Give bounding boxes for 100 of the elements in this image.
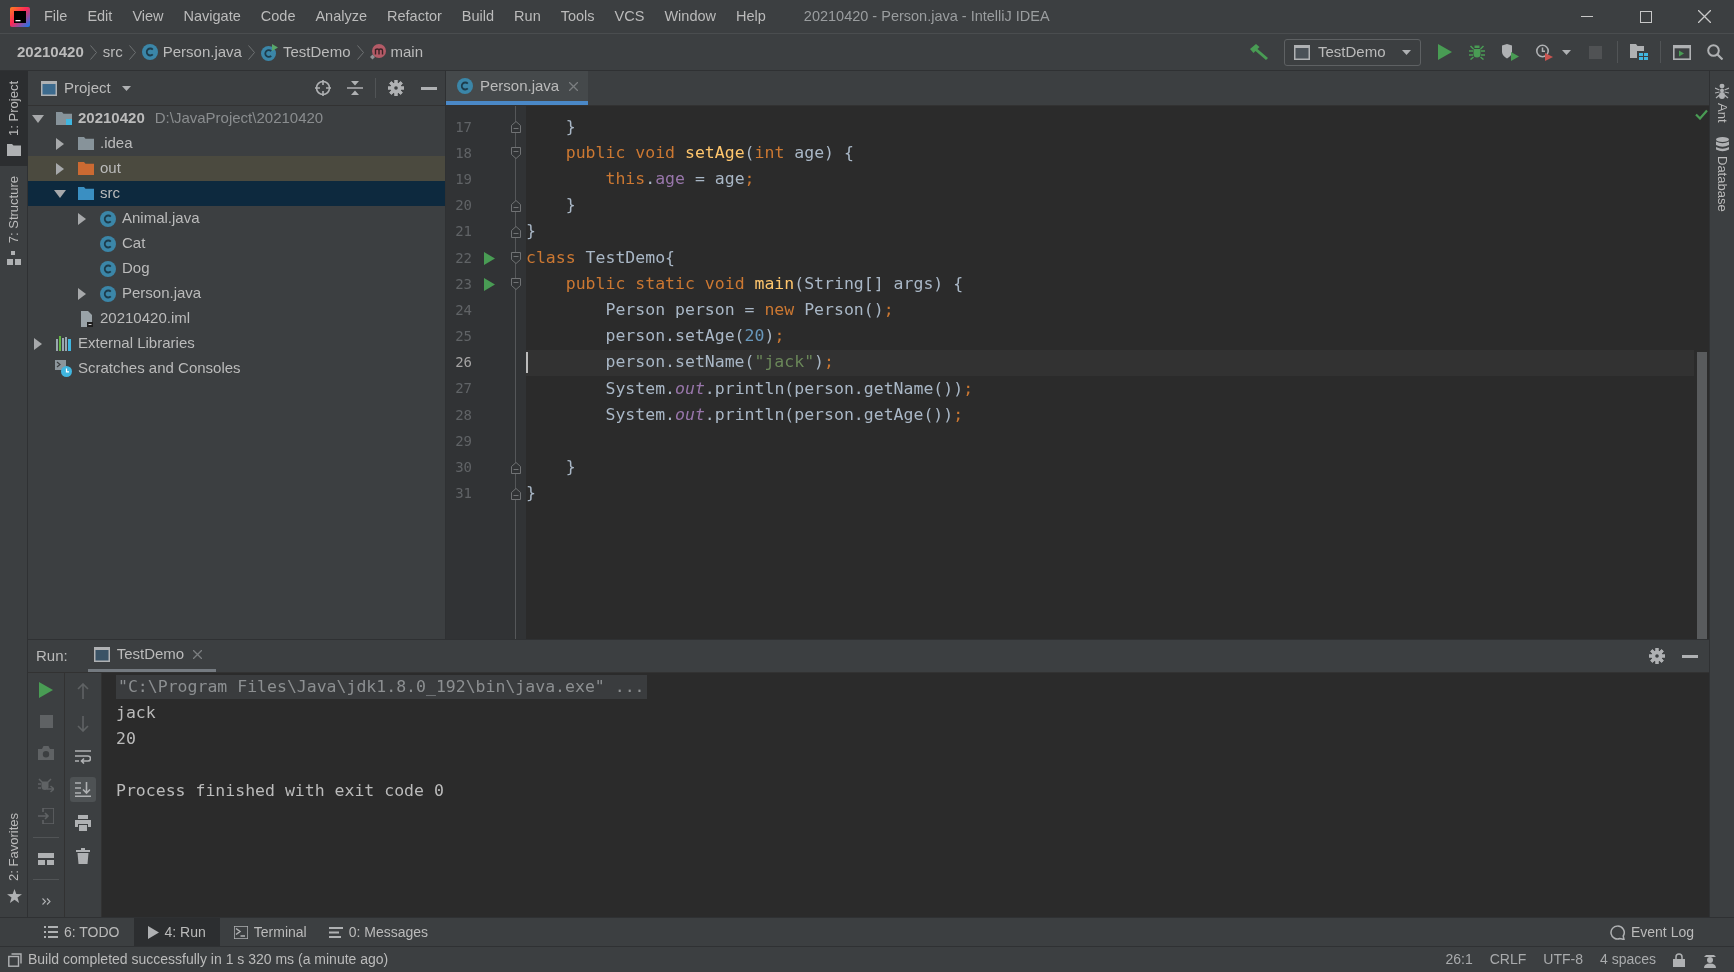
menu-item[interactable]: VCS	[604, 0, 655, 33]
tree-item[interactable]: .idea	[28, 131, 445, 156]
tool-window-tab[interactable]: Ant	[1715, 83, 1729, 123]
panel-toggle-icon[interactable]	[8, 952, 22, 967]
bug-icon[interactable]	[1469, 44, 1485, 60]
fold-marker-icon[interactable]	[511, 278, 521, 291]
menu-item[interactable]: Build	[451, 0, 505, 33]
close-icon[interactable]	[1698, 10, 1711, 23]
search-icon[interactable]	[1707, 44, 1723, 60]
folder-grid-icon[interactable]	[1630, 44, 1648, 60]
tree-item[interactable]: Scratches and Consoles	[28, 356, 445, 381]
tree-item[interactable]: Person.java	[28, 281, 445, 306]
folder-icon	[77, 162, 94, 175]
menu-item[interactable]: Window	[654, 0, 726, 33]
view-dropdown[interactable]: Project	[64, 76, 131, 100]
tool-window-tab[interactable]: 0: Messages	[320, 918, 437, 946]
event-log-button[interactable]: Event Log	[1609, 918, 1694, 946]
expand-arrow-icon[interactable]	[54, 189, 66, 198]
status-item[interactable]: UTF-8	[1543, 949, 1583, 970]
menu-item[interactable]: Edit	[77, 0, 123, 33]
menu-item[interactable]: Navigate	[173, 0, 251, 33]
run-icon[interactable]	[1438, 44, 1452, 60]
expand-arrow-icon[interactable]	[32, 114, 44, 123]
status-item[interactable]: CRLF	[1489, 949, 1527, 970]
window-icon[interactable]	[1673, 44, 1691, 60]
tool-window-tab[interactable]: 4: Run	[133, 918, 220, 946]
fold-marker-icon[interactable]	[511, 147, 521, 160]
console-line: 20	[116, 728, 136, 751]
menu-item[interactable]: View	[122, 0, 174, 33]
minus-icon[interactable]	[1682, 654, 1698, 658]
code-line: public static void main(String[] args) {	[565, 272, 964, 295]
breadcrumb-item[interactable]: Person.java	[141, 40, 242, 64]
expand-arrow-icon[interactable]	[78, 287, 86, 300]
tree-item[interactable]: 20210420 D:\JavaProject\20210420	[28, 106, 445, 131]
tool-window-tab[interactable]: Database	[1715, 136, 1729, 212]
status-item[interactable]: 4 spaces	[1599, 949, 1656, 970]
hammer-icon[interactable]	[1250, 44, 1268, 60]
maximize-icon[interactable]	[1639, 10, 1652, 23]
breadcrumb-item[interactable]: 20210420	[17, 40, 84, 64]
minimize-icon[interactable]	[1580, 16, 1593, 17]
speech-bubble-icon	[1609, 924, 1625, 940]
trash-icon[interactable]	[76, 847, 90, 864]
panel-label: Run:	[35, 645, 68, 666]
expand-arrow-icon[interactable]	[56, 137, 64, 150]
tool-window-tab[interactable]: 2: Favorites	[0, 803, 28, 913]
scrollbar[interactable]	[1696, 352, 1707, 639]
shield-play-icon[interactable]	[1502, 43, 1519, 61]
fold-marker-icon[interactable]	[511, 199, 521, 212]
tree-item[interactable]: External Libraries	[28, 331, 445, 356]
tree-item[interactable]: src	[28, 181, 445, 206]
expand-arrow-icon[interactable]	[56, 162, 64, 175]
breadcrumb-item[interactable]: main	[369, 40, 423, 64]
crosshair-icon[interactable]	[315, 80, 331, 96]
editor-tab[interactable]: Person.java	[446, 71, 589, 105]
lock-icon[interactable]	[1673, 952, 1685, 967]
tool-window-tab[interactable]: 1: Project	[0, 71, 28, 166]
tool-window-tab[interactable]: Terminal	[225, 918, 315, 946]
double-chevron-icon[interactable]	[41, 897, 51, 905]
tree-item[interactable]: Animal.java	[28, 206, 445, 231]
close-icon[interactable]	[193, 650, 203, 659]
menu-item[interactable]: File	[34, 0, 78, 33]
layout-icon[interactable]	[38, 852, 54, 865]
run-config-dropdown[interactable]: TestDemo	[1284, 38, 1421, 66]
expand-arrow-icon[interactable]	[34, 337, 42, 350]
breadcrumb-item[interactable]: src	[102, 40, 123, 64]
menu-item[interactable]: Help	[726, 0, 776, 33]
menu-item[interactable]: Analyze	[305, 0, 378, 33]
fold-marker-icon[interactable]	[511, 487, 521, 500]
tree-item[interactable]: out	[28, 156, 445, 181]
fold-marker-icon[interactable]	[511, 252, 521, 265]
class-icon	[99, 210, 116, 227]
tree-item[interactable]: 20210420.iml	[28, 306, 445, 331]
run-icon[interactable]	[39, 681, 53, 698]
menu-item[interactable]: Code	[250, 0, 306, 33]
printer-icon[interactable]	[75, 814, 91, 831]
tool-window-tab[interactable]: 6: TODO	[36, 918, 128, 946]
menu-item[interactable]: Tools	[550, 0, 605, 33]
settings-icon[interactable]	[1649, 648, 1665, 664]
expand-arrow-icon[interactable]	[78, 212, 86, 225]
tree-item[interactable]: Cat	[28, 231, 445, 256]
scroll-to-end-icon[interactable]	[70, 777, 96, 802]
run-icon[interactable]	[483, 251, 495, 265]
fold-marker-icon[interactable]	[511, 225, 521, 238]
menu-item[interactable]: Refactor	[377, 0, 452, 33]
class-icon	[99, 235, 116, 252]
fold-marker-icon[interactable]	[511, 461, 521, 474]
collapse-all-icon[interactable]	[347, 80, 363, 96]
menu-item[interactable]: Run	[504, 0, 551, 33]
folder-icon	[77, 187, 94, 200]
minus-icon[interactable]	[421, 86, 437, 90]
caret-icon[interactable]	[1562, 49, 1571, 55]
soft-wrap-icon[interactable]	[75, 749, 91, 764]
settings-icon[interactable]	[388, 80, 404, 96]
clock-play-icon[interactable]	[1536, 43, 1553, 61]
status-item[interactable]: 26:1	[1445, 949, 1473, 970]
fold-marker-icon[interactable]	[511, 121, 521, 134]
run-icon[interactable]	[483, 277, 495, 291]
tree-item[interactable]: Dog	[28, 256, 445, 281]
tool-window-tab[interactable]: 7: Structure	[0, 165, 28, 276]
breadcrumb-item[interactable]: TestDemo	[260, 40, 351, 64]
